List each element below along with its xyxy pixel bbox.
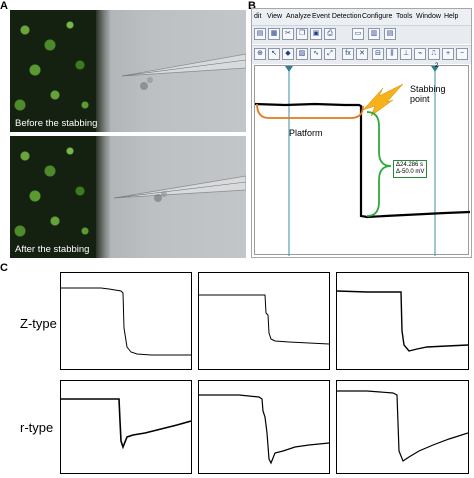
toolbar-secondary: ⊕ ↖ ◆ ▨ ∿ ⤢ fx ✕ ⊟ ⫼ ⊥ ⌁ ⎍ + − [252, 45, 471, 64]
menu-configure[interactable]: Configure [362, 13, 392, 20]
minus-icon[interactable]: − [456, 48, 468, 60]
software-window: dit View Analyze Event Detection Configu… [251, 8, 472, 258]
voltage-trace [255, 102, 470, 219]
zoom-icon[interactable]: ⊕ [254, 48, 266, 60]
cursor-icon[interactable]: ↖ [268, 48, 280, 60]
micrograph-before: Before the stabbing [10, 10, 246, 132]
trace-z-2 [198, 272, 330, 370]
sweep-display[interactable]: 2 Platform Stabbing point Δ24.286 s Δ-50… [254, 63, 470, 256]
toolbar-primary: ▤ ▦ ✂ ❐ ▣ ⎙ ▭ ▥ ▤ [252, 25, 471, 44]
measure-icon[interactable]: ⊟ [372, 48, 384, 60]
save-icon[interactable]: ▦ [268, 28, 280, 40]
monitor-icon[interactable]: ▭ [352, 28, 364, 40]
cut-icon[interactable]: ✂ [282, 28, 294, 40]
cursor-marker-1 [285, 66, 293, 72]
menu-event-detection[interactable]: Event Detection [312, 13, 361, 20]
row-label-z-type: Z-type [20, 316, 57, 331]
split-icon[interactable]: ▤ [384, 28, 396, 40]
measurement-callout: Δ24.286 s Δ-50.0 mV [393, 160, 428, 178]
menu-window[interactable]: Window [416, 13, 441, 20]
trace-z-3 [336, 272, 469, 370]
trace-z-1-svg [61, 287, 191, 356]
platform-label: Platform [289, 128, 323, 138]
panel-label-c: C [0, 262, 8, 274]
xy-icon[interactable]: ✕ [356, 48, 368, 60]
open-icon[interactable]: ▤ [254, 28, 266, 40]
layout-icon[interactable]: ▥ [368, 28, 380, 40]
caption-before: Before the stabbing [15, 118, 98, 129]
caption-after: After the stabbing [15, 244, 90, 255]
event-icon[interactable]: ⌁ [414, 48, 426, 60]
cursor-2-label: 2 [435, 63, 439, 69]
pipette-before [121, 53, 246, 90]
plus-icon[interactable]: + [442, 48, 454, 60]
panel-label-a: A [0, 0, 8, 12]
trace-r-2-svg [199, 394, 330, 465]
pipette-after [113, 175, 246, 202]
delta-voltage: Δ-50.0 mV [396, 169, 425, 175]
trace-r-1 [60, 380, 192, 474]
trace-r-3 [336, 380, 469, 474]
menu-bar: dit View Analyze Event Detection Configu… [252, 9, 471, 25]
cursor-pair-icon[interactable]: ⫼ [386, 48, 398, 60]
baseline-icon[interactable]: ⊥ [400, 48, 412, 60]
menu-analyze[interactable]: Analyze [286, 13, 311, 20]
fx-icon[interactable]: fx [342, 48, 354, 60]
paste-icon[interactable]: ▣ [310, 28, 322, 40]
marker-icon[interactable]: ◆ [282, 48, 294, 60]
menu-help[interactable]: Help [444, 13, 458, 20]
scale-icon[interactable]: ▨ [296, 48, 308, 60]
trace-r-1-svg [61, 398, 192, 450]
stabbing-point-label: Stabbing point [410, 84, 446, 104]
trace-z-2-svg [199, 294, 330, 345]
copy-icon[interactable]: ❐ [296, 28, 308, 40]
delta-time: Δ24.286 s [396, 162, 424, 168]
trace-r-3-svg [337, 390, 469, 462]
detect-icon[interactable]: ⎍ [428, 48, 440, 60]
menu-edit[interactable]: dit [254, 13, 261, 20]
row-label-r-type: r-type [20, 420, 54, 435]
amplitude-brace [366, 111, 392, 217]
graph-icon[interactable]: ∿ [310, 48, 322, 60]
menu-view[interactable]: View [267, 13, 282, 20]
menu-tools[interactable]: Tools [396, 13, 412, 20]
trace-r-2 [198, 380, 330, 474]
trace-z-1 [60, 272, 192, 370]
fit-icon[interactable]: ⤢ [324, 48, 336, 60]
micrograph-after: After the stabbing [10, 136, 246, 258]
trace-z-3-svg [336, 290, 469, 352]
print-icon[interactable]: ⎙ [324, 28, 336, 40]
